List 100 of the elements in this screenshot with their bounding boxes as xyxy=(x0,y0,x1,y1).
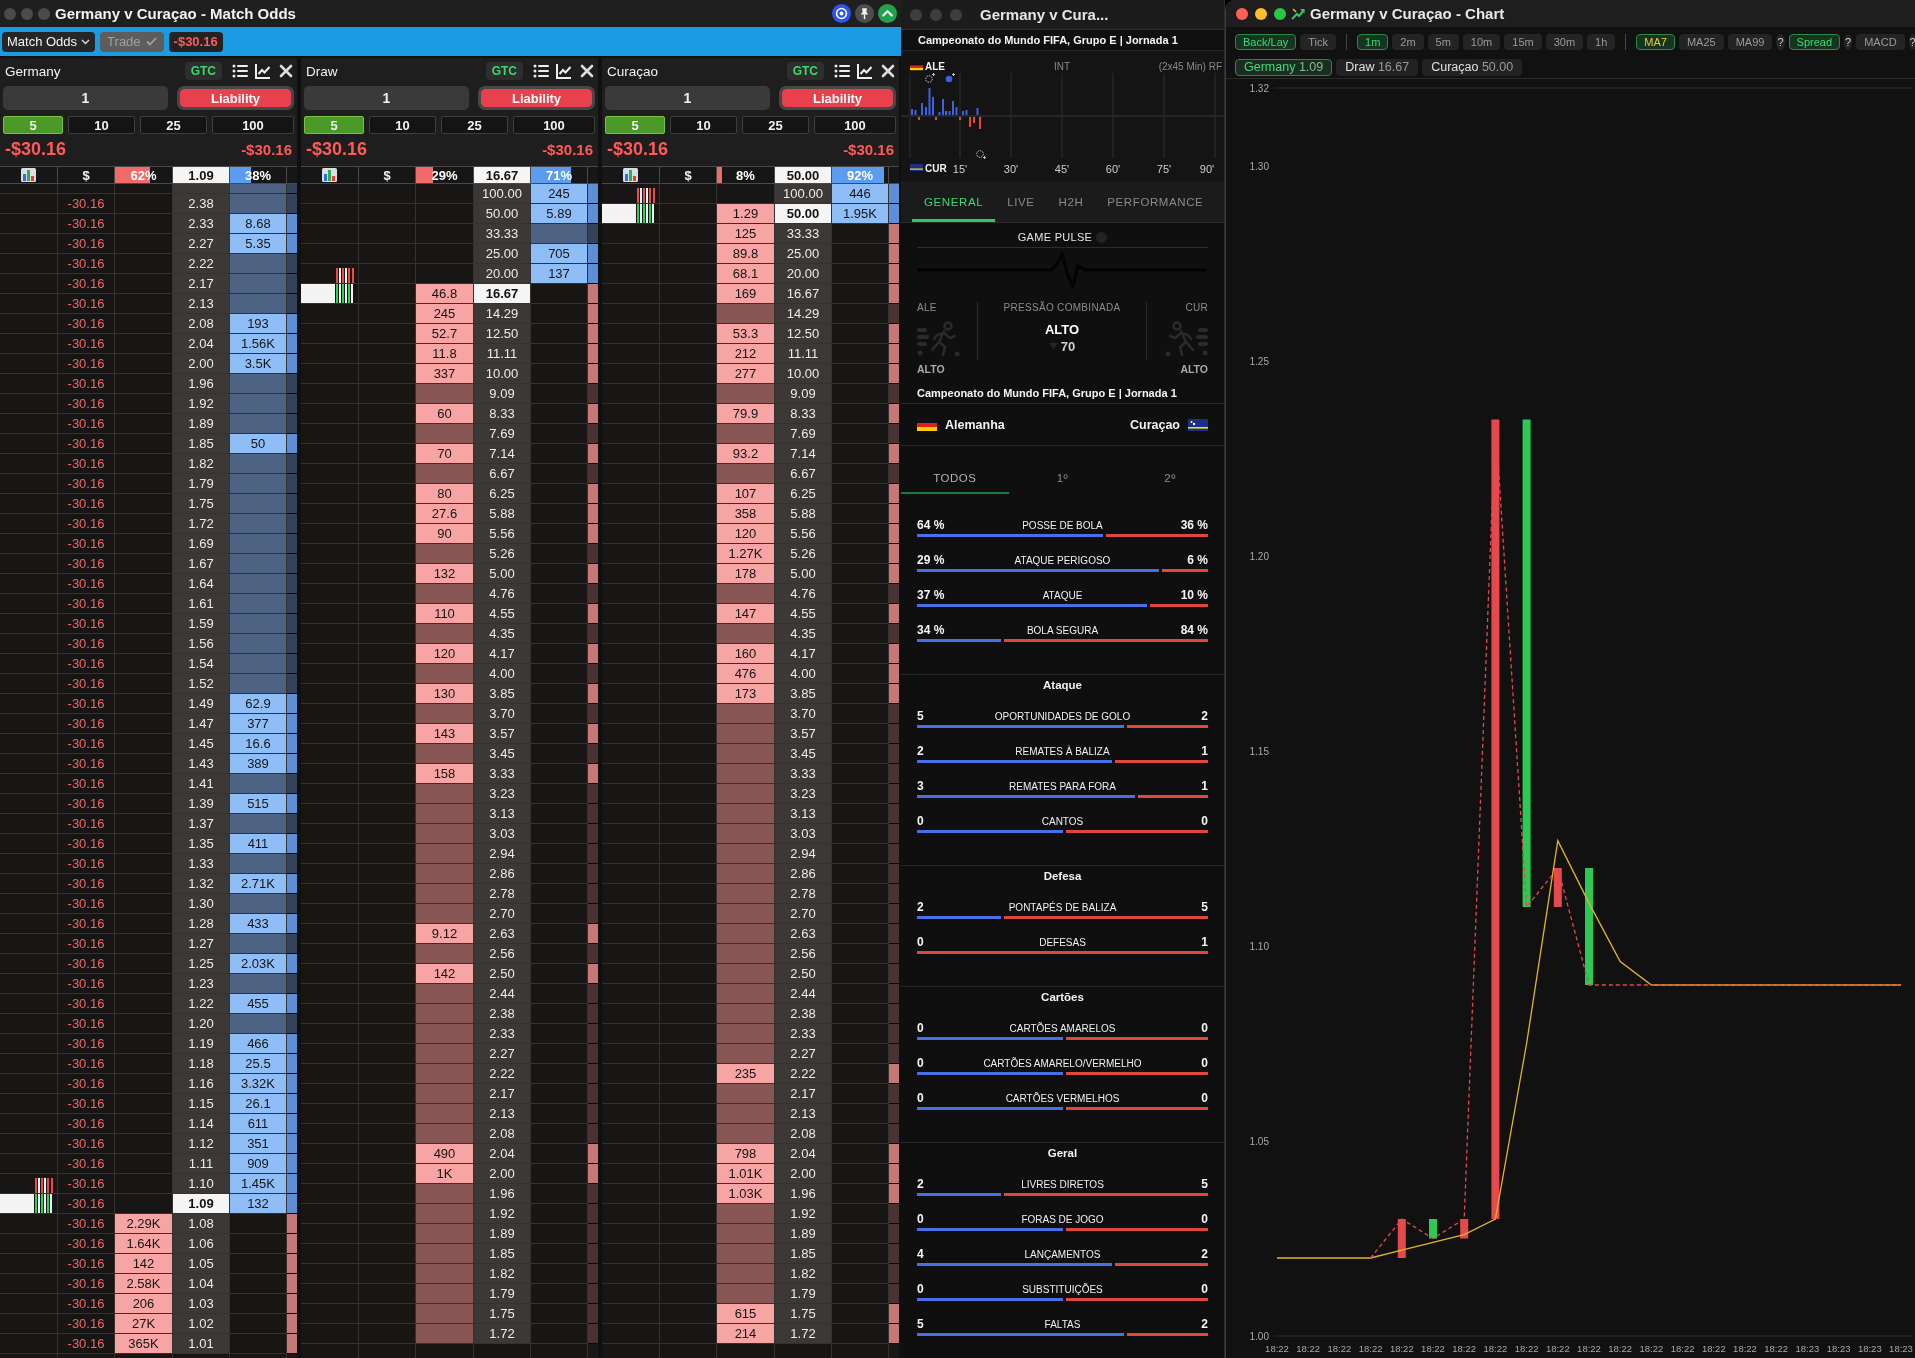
lay-amount-cell[interactable]: 1.64K xyxy=(115,1234,172,1253)
toolbar-button[interactable]: Spread xyxy=(1788,33,1841,50)
lay-amount-cell[interactable]: 358 xyxy=(717,504,774,523)
lay-amount-cell[interactable] xyxy=(717,584,774,603)
stake-button[interactable]: 25 xyxy=(140,116,207,134)
lay-amount-cell[interactable]: 107 xyxy=(717,484,774,503)
toolbar-button[interactable]: MACD xyxy=(1856,33,1905,50)
back-amount-cell[interactable]: 5.89 xyxy=(531,204,587,223)
back-amount-cell[interactable]: 389 xyxy=(230,754,286,773)
lay-amount-cell[interactable] xyxy=(416,1184,473,1203)
toolbar-button[interactable]: 1m xyxy=(1357,33,1389,50)
lay-amount-cell[interactable] xyxy=(416,1264,473,1283)
lay-amount-cell[interactable]: 235 xyxy=(717,1064,774,1083)
stake-button[interactable]: 25 xyxy=(742,116,809,134)
lay-amount-cell[interactable] xyxy=(717,1264,774,1283)
order-type-button[interactable]: GTC xyxy=(485,62,523,80)
lay-amount-cell[interactable] xyxy=(416,804,473,823)
lay-amount-cell[interactable] xyxy=(717,1204,774,1223)
back-amount-cell[interactable]: 137 xyxy=(531,264,587,283)
lay-amount-cell[interactable] xyxy=(416,1064,473,1083)
lay-amount-cell[interactable] xyxy=(416,624,473,643)
lay-amount-cell[interactable]: 60 xyxy=(416,404,473,423)
back-amount-cell[interactable]: 62.9 xyxy=(230,694,286,713)
stake-button[interactable]: 10 xyxy=(670,116,737,134)
lay-amount-cell[interactable] xyxy=(717,744,774,763)
lay-amount-cell[interactable]: 142 xyxy=(115,1254,172,1273)
liability-button[interactable]: Liability xyxy=(779,86,896,110)
lay-amount-cell[interactable] xyxy=(416,784,473,803)
lay-amount-cell[interactable]: 160 xyxy=(717,644,774,663)
back-amount-cell[interactable]: 1.56K xyxy=(230,334,286,353)
window-control[interactable] xyxy=(1255,7,1267,20)
back-amount-cell[interactable]: 377 xyxy=(230,714,286,733)
help-button[interactable]: ? xyxy=(1908,33,1915,50)
lay-amount-cell[interactable] xyxy=(717,624,774,643)
bar-chart-icon[interactable] xyxy=(623,168,638,182)
back-amount-cell[interactable]: 433 xyxy=(230,914,286,933)
lay-amount-cell[interactable] xyxy=(416,584,473,603)
average-button[interactable]: MA99 xyxy=(1727,33,1773,50)
back-amount-cell[interactable] xyxy=(230,574,286,593)
help-button[interactable]: ? xyxy=(1844,33,1853,50)
list-icon[interactable] xyxy=(533,63,549,79)
list-icon[interactable] xyxy=(834,63,850,79)
lay-amount-cell[interactable] xyxy=(416,384,473,403)
back-amount-cell[interactable] xyxy=(230,274,286,293)
back-amount-cell[interactable] xyxy=(230,374,286,393)
lay-amount-cell[interactable] xyxy=(416,1024,473,1043)
back-amount-cell[interactable]: 2.71K xyxy=(230,874,286,893)
order-type-button[interactable]: GTC xyxy=(786,62,824,80)
lay-amount-cell[interactable]: 158 xyxy=(416,764,473,783)
stake-button[interactable]: 10 xyxy=(369,116,436,134)
back-amount-cell[interactable]: 5.35 xyxy=(230,234,286,253)
lay-amount-cell[interactable] xyxy=(717,1104,774,1123)
lay-amount-cell[interactable] xyxy=(416,1124,473,1143)
lay-amount-cell[interactable] xyxy=(416,664,473,683)
lay-amount-cell[interactable]: 798 xyxy=(717,1144,774,1163)
stake-button[interactable]: 100 xyxy=(212,116,294,134)
lay-amount-cell[interactable]: 70 xyxy=(416,444,473,463)
lay-amount-cell[interactable]: 214 xyxy=(717,1324,774,1343)
lay-amount-cell[interactable]: 132 xyxy=(416,564,473,583)
lay-amount-cell[interactable] xyxy=(717,464,774,483)
liability-button[interactable]: Liability xyxy=(177,86,294,110)
lay-amount-cell[interactable] xyxy=(717,944,774,963)
lay-amount-cell[interactable]: 110 xyxy=(416,604,473,623)
back-amount-cell[interactable]: 1.95K xyxy=(832,204,888,223)
line-chart-icon[interactable] xyxy=(556,63,572,79)
back-amount-cell[interactable]: 2.03K xyxy=(230,954,286,973)
period-tab[interactable]: 1º xyxy=(1008,446,1117,494)
lay-amount-cell[interactable] xyxy=(717,1284,774,1303)
back-amount-cell[interactable] xyxy=(230,674,286,693)
lay-amount-cell[interactable] xyxy=(416,424,473,443)
lay-amount-cell[interactable]: 212 xyxy=(717,344,774,363)
back-amount-cell[interactable] xyxy=(230,394,286,413)
back-amount-cell[interactable] xyxy=(230,534,286,553)
lay-amount-cell[interactable]: 143 xyxy=(416,724,473,743)
lay-amount-cell[interactable] xyxy=(416,1044,473,1063)
lay-amount-cell[interactable] xyxy=(416,944,473,963)
lay-amount-cell[interactable] xyxy=(717,784,774,803)
back-amount-cell[interactable] xyxy=(230,974,286,993)
lay-amount-cell[interactable] xyxy=(416,464,473,483)
lay-amount-cell[interactable] xyxy=(416,744,473,763)
lay-amount-cell[interactable] xyxy=(416,1284,473,1303)
tab[interactable]: PERFORMANCE xyxy=(1095,181,1216,222)
back-amount-cell[interactable]: 16.6 xyxy=(230,734,286,753)
lay-amount-cell[interactable] xyxy=(416,1224,473,1243)
lay-amount-cell[interactable] xyxy=(717,964,774,983)
lay-amount-cell[interactable] xyxy=(717,1084,774,1103)
stake-button[interactable]: 25 xyxy=(441,116,508,134)
back-amount-cell[interactable]: 132 xyxy=(230,1194,286,1213)
lay-amount-cell[interactable] xyxy=(717,904,774,923)
lay-amount-cell[interactable] xyxy=(416,1244,473,1263)
lay-amount-cell[interactable] xyxy=(416,984,473,1003)
lay-amount-cell[interactable] xyxy=(416,704,473,723)
lay-amount-cell[interactable]: 2.29K xyxy=(115,1214,172,1233)
back-amount-cell[interactable] xyxy=(230,894,286,913)
lay-amount-cell[interactable]: 90 xyxy=(416,524,473,543)
lay-amount-cell[interactable]: 120 xyxy=(717,524,774,543)
quantity-field[interactable]: 1 xyxy=(304,86,469,110)
close-icon[interactable] xyxy=(278,63,294,79)
average-button[interactable]: MA7 xyxy=(1636,33,1675,50)
lay-amount-cell[interactable] xyxy=(416,884,473,903)
